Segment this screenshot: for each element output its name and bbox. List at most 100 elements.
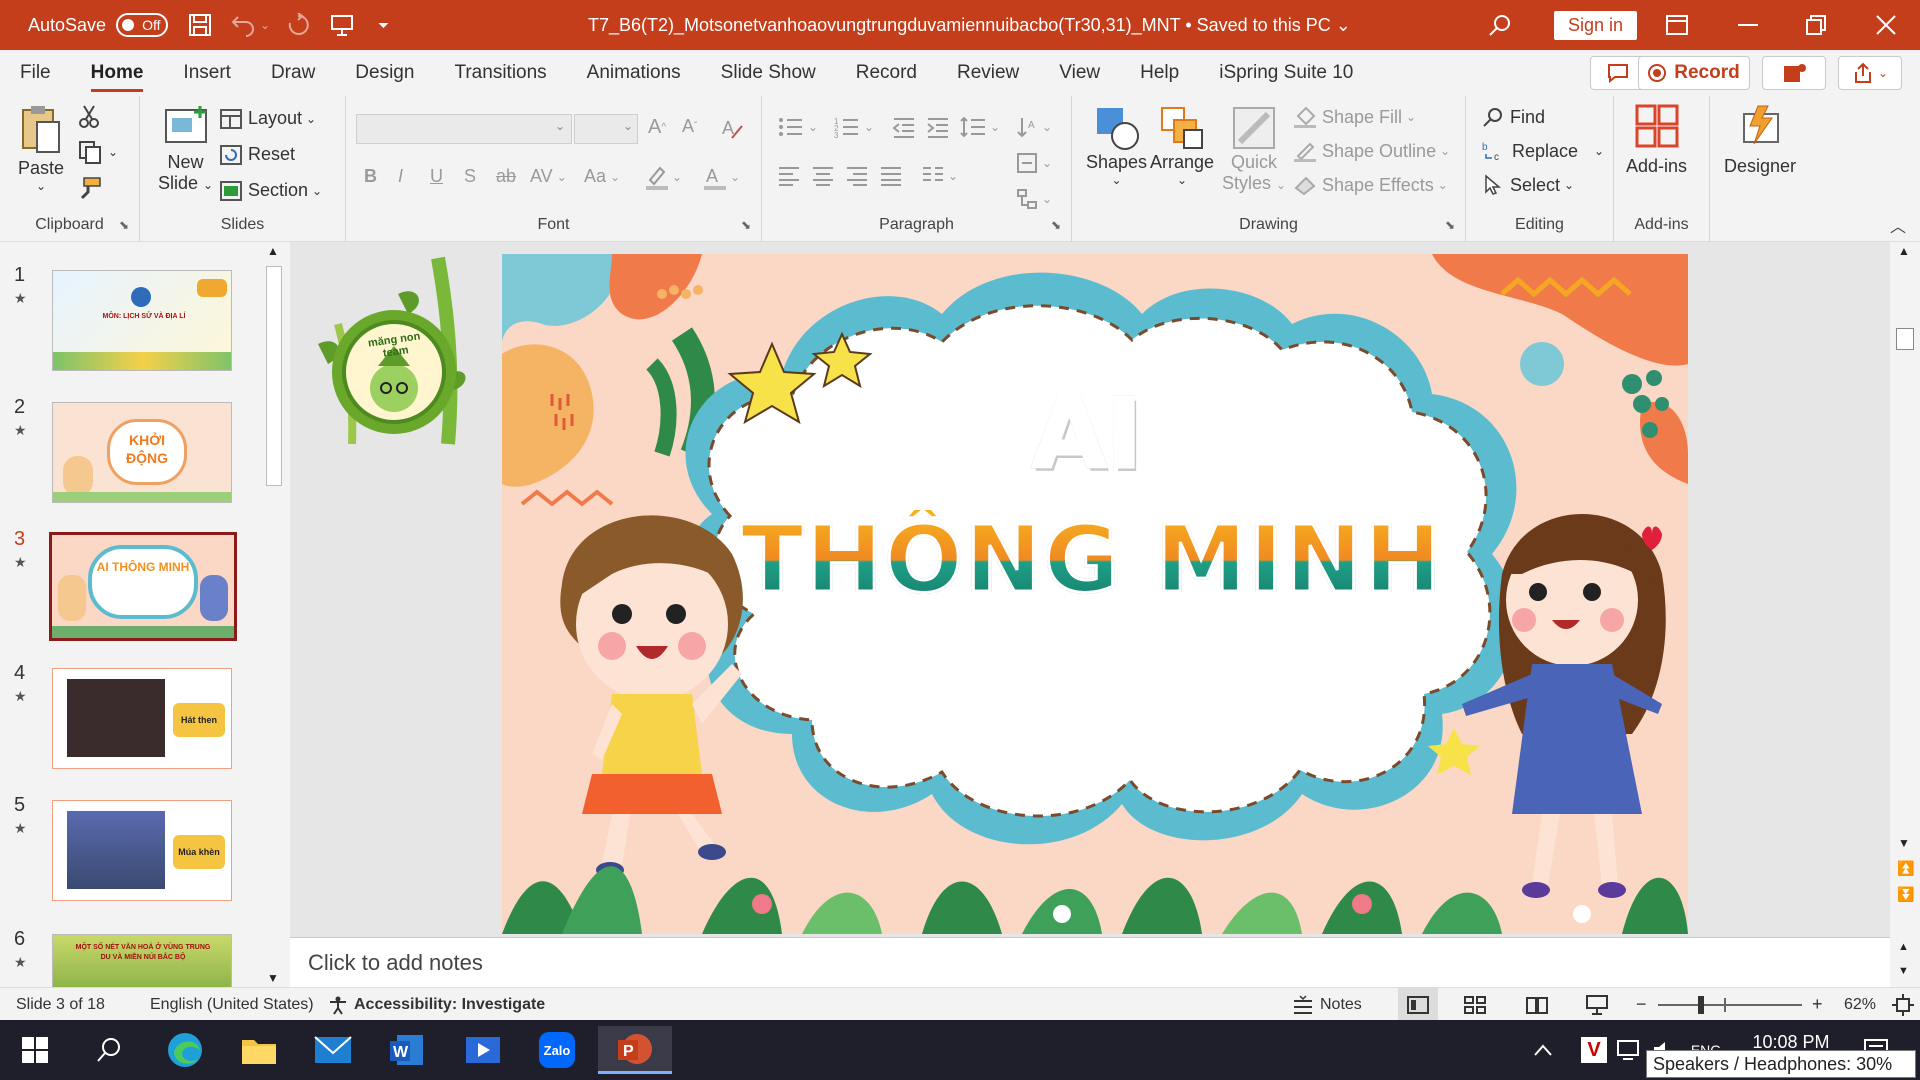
media-player-icon[interactable] <box>456 1026 510 1074</box>
document-title[interactable]: T7_B6(T2)_Motsonetvanhoaovungtrungduvami… <box>588 0 1351 50</box>
arrange-button[interactable]: Arrange ⌄ <box>1150 104 1214 187</box>
slide-scrollbar[interactable]: ▲ ▼ ⏫ ⏬ <box>1890 242 1920 937</box>
align-right-icon[interactable] <box>846 166 868 186</box>
zoom-level[interactable]: 62% <box>1844 988 1876 1021</box>
slide-thumbnail-5[interactable]: Múa khèn <box>52 800 232 901</box>
windows-start-icon[interactable] <box>8 1026 62 1074</box>
replace-button[interactable]: bc Replace ⌄ <box>1482 140 1604 163</box>
align-text-icon[interactable]: ⌄ <box>1016 152 1052 174</box>
fit-to-window-icon[interactable] <box>1892 988 1914 1021</box>
restore-icon[interactable] <box>1806 0 1826 50</box>
zoom-in-icon[interactable]: + <box>1812 988 1823 1021</box>
zoom-out-icon[interactable]: − <box>1636 988 1647 1021</box>
tab-draw[interactable]: Draw <box>251 50 335 96</box>
change-case-icon[interactable]: Aa ⌄ <box>584 166 620 187</box>
slideshow-view-icon[interactable] <box>1586 988 1608 1021</box>
tab-slide-show[interactable]: Slide Show <box>701 50 836 96</box>
text-direction-icon[interactable]: A ⌄ <box>1016 116 1052 138</box>
slide-thumbnail-4[interactable]: Hát then <box>52 668 232 769</box>
section-button[interactable]: Section ⌄ <box>220 180 322 201</box>
tab-view[interactable]: View <box>1039 50 1120 96</box>
save-icon[interactable] <box>188 0 212 50</box>
underline-icon[interactable]: U <box>430 166 443 187</box>
slide-sorter-icon[interactable] <box>1464 988 1486 1021</box>
new-slide-button[interactable]: New Slide ⌄ <box>158 104 213 194</box>
italic-icon[interactable]: I <box>398 166 403 187</box>
vietkey-icon[interactable]: V <box>1576 1026 1612 1074</box>
quick-styles-button[interactable]: Quick Styles ⌄ <box>1222 104 1286 194</box>
paste-button[interactable]: Paste ⌄ <box>18 104 64 193</box>
mang-non-team-logo[interactable]: măng non team <box>308 254 474 450</box>
notes-placeholder[interactable]: Click to add notes <box>308 950 483 975</box>
shadow-icon[interactable]: S <box>464 166 476 187</box>
notes-pane[interactable]: Click to add notes <box>290 937 1890 987</box>
increase-indent-icon[interactable] <box>926 116 950 138</box>
copy-icon[interactable]: ⌄ <box>78 140 118 164</box>
tab-design[interactable]: Design <box>335 50 434 96</box>
tab-file[interactable]: File <box>0 50 71 96</box>
zoom-slider-thumb[interactable] <box>1698 995 1704 1014</box>
powerpoint-icon[interactable]: P <box>598 1026 672 1074</box>
tab-ispring[interactable]: iSpring Suite 10 <box>1199 50 1373 96</box>
char-spacing-icon[interactable]: AV ⌄ <box>530 166 567 187</box>
present-icon[interactable] <box>330 0 354 50</box>
scroll-down-icon[interactable]: ▼ <box>1898 836 1910 850</box>
slide-thumbnail-2[interactable]: KHỞI ĐỘNG <box>52 402 232 503</box>
collapse-ribbon-icon[interactable]: ︿ <box>1890 213 1906 237</box>
select-button[interactable]: Select ⌄ <box>1482 174 1574 196</box>
tab-record[interactable]: Record <box>836 50 937 96</box>
language-indicator[interactable]: English (United States) <box>150 988 314 1021</box>
dialog-launcher-icon[interactable]: ⬊ <box>1445 218 1455 232</box>
clear-format-icon[interactable]: A <box>720 116 744 140</box>
search-icon[interactable] <box>82 1026 136 1074</box>
notes-toggle[interactable]: Notes <box>1292 988 1362 1021</box>
slide-title-line1[interactable]: AI <box>802 383 1372 486</box>
scroll-down-icon[interactable]: ▼ <box>267 971 279 985</box>
highlight-icon[interactable]: ⌄ <box>644 164 682 190</box>
scroll-thumb[interactable] <box>266 266 282 486</box>
tab-review[interactable]: Review <box>937 50 1039 96</box>
slide-title-line2[interactable]: THÔNG MINH <box>682 508 1502 611</box>
smartart-icon[interactable]: ⌄ <box>1016 188 1052 210</box>
shape-outline-button[interactable]: Shape Outline ⌄ <box>1294 140 1450 162</box>
find-button[interactable]: Find <box>1482 106 1545 128</box>
shape-effects-button[interactable]: Shape Effects ⌄ <box>1294 174 1448 196</box>
present-teams-button[interactable] <box>1762 56 1826 90</box>
tab-help[interactable]: Help <box>1120 50 1199 96</box>
word-icon[interactable]: W <box>380 1026 434 1074</box>
file-explorer-icon[interactable] <box>232 1026 286 1074</box>
sign-in-button[interactable]: Sign in <box>1554 10 1638 40</box>
autosave-toggle[interactable]: AutoSave Off <box>28 0 169 50</box>
network-icon[interactable] <box>1612 1026 1648 1074</box>
search-icon[interactable] <box>1488 0 1512 50</box>
reset-button[interactable]: Reset <box>220 144 295 165</box>
redo-icon[interactable] <box>286 0 310 50</box>
font-family-dropdown[interactable]: ⌄ <box>356 114 572 144</box>
numbering-icon[interactable]: 1 2 3 ⌄ <box>834 116 874 138</box>
notes-scrollbar[interactable]: ▲ ▼ <box>1890 937 1920 987</box>
cut-icon[interactable] <box>78 104 100 128</box>
line-spacing-icon[interactable]: ⌄ <box>960 116 1000 138</box>
scroll-up-icon[interactable]: ▲ <box>1898 244 1910 258</box>
shape-fill-button[interactable]: Shape Fill ⌄ <box>1294 106 1416 128</box>
font-color-icon[interactable]: A ⌄ <box>702 164 740 190</box>
mail-icon[interactable] <box>306 1026 360 1074</box>
tab-insert[interactable]: Insert <box>163 50 251 96</box>
shapes-button[interactable]: Shapes ⌄ <box>1086 104 1147 187</box>
slide-thumbnail-6[interactable]: MỘT SỐ NÉT VĂN HOÁ Ở VÙNG TRUNG DU VÀ MI… <box>52 934 232 987</box>
strikethrough-icon[interactable]: ab <box>496 166 516 187</box>
record-button[interactable]: Record <box>1638 56 1750 90</box>
scroll-thumb[interactable] <box>1896 328 1914 350</box>
scroll-up-icon[interactable]: ▲ <box>267 244 279 258</box>
dialog-launcher-icon[interactable]: ⬊ <box>741 218 751 232</box>
thumbnails-scrollbar[interactable]: ▲ ▼ <box>262 242 286 987</box>
normal-view-icon[interactable] <box>1398 988 1438 1021</box>
zoom-slider[interactable] <box>1658 988 1802 1021</box>
close-icon[interactable] <box>1876 0 1896 50</box>
align-left-icon[interactable] <box>778 166 800 186</box>
undo-icon[interactable]: ⌄ <box>230 0 270 50</box>
prev-slide-icon[interactable]: ⏫ <box>1897 860 1914 877</box>
edge-icon[interactable] <box>158 1026 212 1074</box>
minimize-icon[interactable] <box>1738 0 1758 50</box>
next-slide-icon[interactable]: ⏬ <box>1897 886 1914 903</box>
